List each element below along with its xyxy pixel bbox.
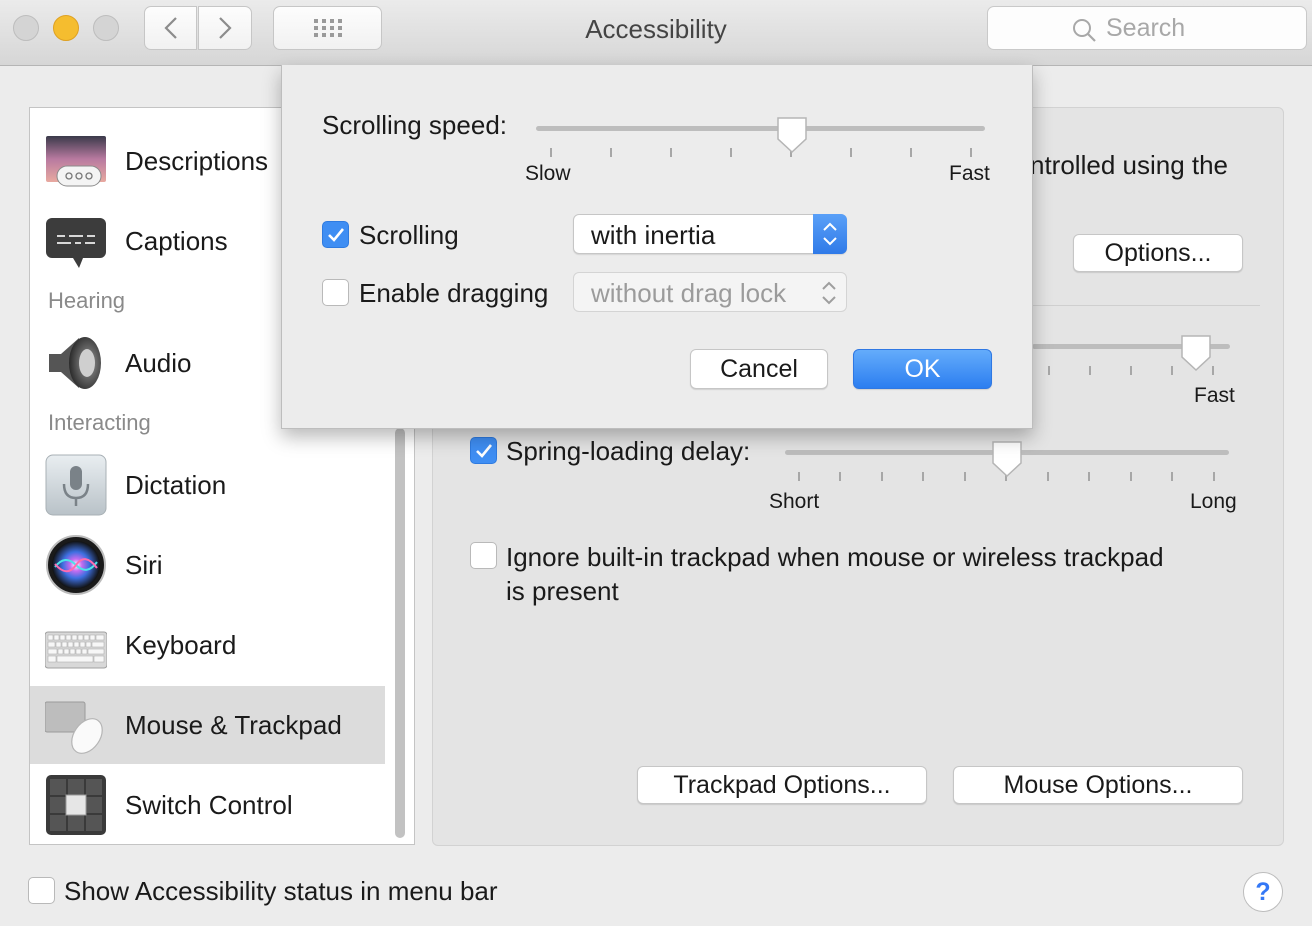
slider-tick (1130, 366, 1132, 375)
ignore-trackpad-checkbox[interactable] (470, 542, 497, 569)
slider-tick (1171, 472, 1173, 481)
sidebar-item-label: Captions (125, 225, 228, 256)
sidebar-item-label: Audio (125, 347, 192, 378)
double-click-speed-knob[interactable] (1179, 333, 1213, 373)
panel-divider (1032, 305, 1260, 306)
slider-max-label: Long (1190, 490, 1237, 513)
slider-tick (910, 148, 912, 157)
captions-icon (46, 218, 106, 268)
panel-description-text: ntrolled using the (1030, 150, 1229, 180)
search-icon (1073, 19, 1096, 42)
sidebar-item-label: Mouse & Trackpad (125, 709, 342, 740)
slider-tick (881, 472, 883, 481)
sidebar-item-label: Switch Control (125, 789, 293, 820)
checkmark-icon (328, 228, 345, 242)
up-down-chevron-icon (823, 222, 837, 246)
scrolling-speed-slider[interactable] (536, 126, 985, 131)
slider-tick (1213, 472, 1215, 481)
scrolling-popup[interactable]: with inertia (573, 214, 847, 254)
drag-lock-popup[interactable]: without drag lock (573, 272, 847, 312)
title-bar: Accessibility (0, 0, 1312, 66)
help-button[interactable]: ? (1243, 872, 1283, 912)
scrolling-popup-value: with inertia (591, 220, 716, 250)
keyboard-icon (45, 631, 107, 669)
slider-min-label: Short (769, 490, 820, 513)
slider-tick (550, 148, 552, 157)
slider-tick (1088, 472, 1090, 481)
slider-max-label: Fast (1194, 384, 1235, 407)
slider-max-label: Fast (949, 162, 990, 185)
enable-dragging-checkbox[interactable] (322, 279, 349, 306)
siri-icon (46, 535, 106, 595)
slider-tick (922, 472, 924, 481)
speech-bubble-dots-icon (46, 136, 106, 187)
slider-tick (610, 148, 612, 157)
sidebar-item-keyboard[interactable]: Keyboard (30, 606, 385, 684)
sidebar-item-mouse-trackpad[interactable]: Mouse & Trackpad (30, 686, 385, 764)
show-status-label: Show Accessibility status in menu bar (64, 876, 498, 906)
slider-min-label: Slow (525, 162, 571, 185)
slider-tick (730, 148, 732, 157)
sidebar-item-switch-control[interactable]: Switch Control (30, 766, 385, 844)
switch-control-icon (46, 775, 106, 835)
scrolling-checkbox[interactable] (322, 221, 349, 248)
ignore-trackpad-label: Ignore built-in trackpad when mouse or w… (506, 542, 1164, 572)
scrolling-speed-label: Scrolling speed: (322, 110, 507, 140)
slider-tick (1130, 472, 1132, 481)
enable-dragging-label: Enable dragging (359, 278, 549, 308)
mouse-options-sheet: Scrolling speed: Slow Fast Scrolling wit… (281, 65, 1033, 429)
scrolling-speed-knob[interactable] (775, 115, 809, 155)
slider-tick (1171, 366, 1173, 375)
spring-loading-label: Spring-loading delay: (506, 436, 751, 466)
slider-tick (839, 472, 841, 481)
cancel-button[interactable]: Cancel (690, 349, 828, 389)
popup-stepper (813, 214, 847, 254)
sidebar-item-label: Dictation (125, 469, 227, 500)
slider-tick (970, 148, 972, 157)
scrolling-label: Scrolling (359, 220, 459, 250)
sidebar-item-label: Keyboard (125, 629, 237, 660)
search-input[interactable] (1106, 13, 1296, 43)
sidebar-item-label: Descriptions (125, 145, 269, 176)
up-down-chevron-icon (822, 281, 836, 305)
mouse-options-button[interactable]: Mouse Options... (953, 766, 1243, 804)
slider-tick (1089, 366, 1091, 375)
ok-button[interactable]: OK (853, 349, 992, 389)
slider-tick (798, 472, 800, 481)
section-header-hearing: Hearing (48, 288, 126, 313)
options-button[interactable]: Options... (1073, 234, 1243, 272)
checkmark-icon (476, 444, 493, 458)
trackpad-options-button[interactable]: Trackpad Options... (637, 766, 927, 804)
drag-lock-popup-value: without drag lock (591, 278, 787, 308)
microphone-icon (45, 454, 107, 516)
search-field[interactable] (987, 6, 1307, 50)
spring-loading-knob[interactable] (990, 439, 1024, 479)
sidebar-item-siri[interactable]: Siri (30, 526, 385, 604)
slider-tick (850, 148, 852, 157)
slider-tick (964, 472, 966, 481)
sidebar-item-label: Siri (125, 549, 163, 580)
sidebar-item-dictation[interactable]: Dictation (30, 446, 385, 524)
slider-tick (1047, 472, 1049, 481)
speaker-icon (49, 337, 101, 389)
show-status-checkbox[interactable] (28, 877, 55, 904)
sidebar-scrollbar-thumb[interactable] (395, 428, 405, 838)
spring-loading-checkbox[interactable] (470, 437, 497, 464)
section-header-interacting: Interacting (48, 410, 151, 435)
slider-tick (1048, 366, 1050, 375)
slider-tick (670, 148, 672, 157)
mouse-trackpad-icon (45, 701, 103, 754)
ignore-trackpad-label-continued: is present (506, 576, 619, 606)
